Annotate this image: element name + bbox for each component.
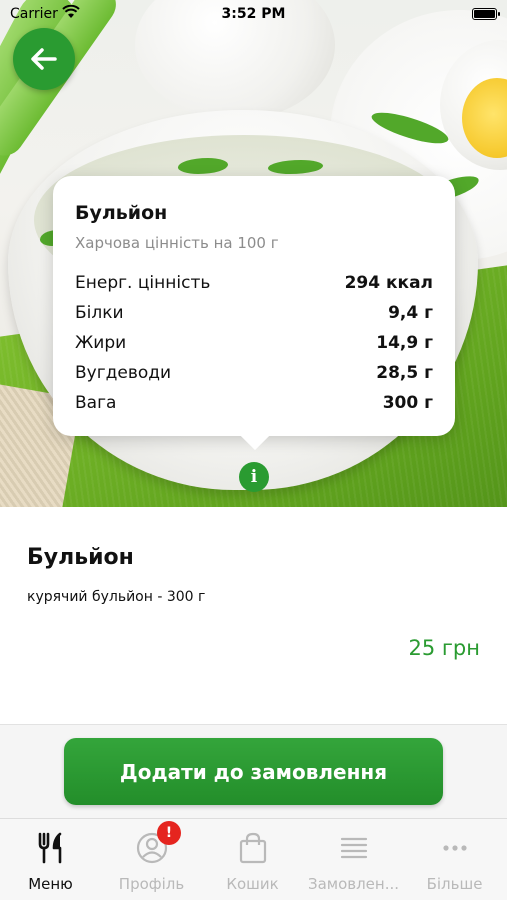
nutrition-label: Білки	[75, 303, 124, 323]
nutrition-value: 300 г	[382, 393, 433, 413]
tab-orders[interactable]: Замовлен...	[303, 819, 404, 900]
nutrition-label: Жири	[75, 333, 127, 353]
tab-label: Профіль	[118, 875, 185, 893]
cta-container: Додати до замовлення	[0, 724, 507, 818]
nutrition-value: 9,4 г	[388, 303, 433, 323]
info-icon[interactable]: i	[239, 462, 269, 492]
nutrition-row: Вага 300 г	[75, 393, 433, 417]
clock: 3:52 PM	[221, 6, 286, 22]
tab-label: Меню	[28, 875, 73, 893]
nutrition-row: Білки 9,4 г	[75, 303, 433, 327]
tab-bar: Меню ! Профіль Кошик Замовлен... Більше	[0, 818, 507, 900]
product-price: 25 грн	[408, 636, 481, 660]
status-bar: Carrier 3:52 PM	[0, 0, 507, 28]
nutrition-value: 14,9 г	[376, 333, 433, 353]
product-description: курячий бульйон - 300 г	[27, 589, 206, 605]
tab-menu[interactable]: Меню	[0, 819, 101, 900]
tab-label: Кошик	[226, 875, 279, 893]
fork-knife-icon	[38, 832, 62, 864]
bag-icon	[239, 832, 267, 864]
nutrition-label: Вага	[75, 393, 117, 413]
nutrition-label: Енерг. цінність	[75, 273, 211, 293]
nutrition-row: Вугдеводи 28,5 г	[75, 363, 433, 387]
nutrition-value: 28,5 г	[376, 363, 433, 383]
add-to-order-button[interactable]: Додати до замовлення	[64, 738, 443, 805]
back-button[interactable]	[13, 28, 75, 90]
list-icon	[340, 837, 368, 859]
battery-icon	[472, 8, 500, 20]
nutrition-popover: Бульйон Харчова цінність на 100 г Енерг.…	[53, 176, 455, 436]
nutrition-label: Вугдеводи	[75, 363, 172, 383]
popover-subtitle: Харчова цінність на 100 г	[75, 234, 279, 252]
tab-label: Більше	[426, 875, 483, 893]
tab-label: Замовлен...	[307, 875, 400, 893]
tab-more[interactable]: Більше	[404, 819, 505, 900]
tab-profile[interactable]: ! Профіль	[101, 819, 202, 900]
nutrition-row: Жири 14,9 г	[75, 333, 433, 357]
popover-title: Бульйон	[75, 202, 168, 224]
more-icon	[443, 845, 467, 851]
arrow-left-icon	[31, 48, 57, 70]
tab-cart[interactable]: Кошик	[202, 819, 303, 900]
nutrition-row: Енерг. цінність 294 ккал	[75, 273, 433, 297]
alert-badge: !	[157, 821, 181, 845]
nutrition-value: 294 ккал	[344, 273, 433, 293]
product-title: Бульйон	[27, 545, 134, 570]
